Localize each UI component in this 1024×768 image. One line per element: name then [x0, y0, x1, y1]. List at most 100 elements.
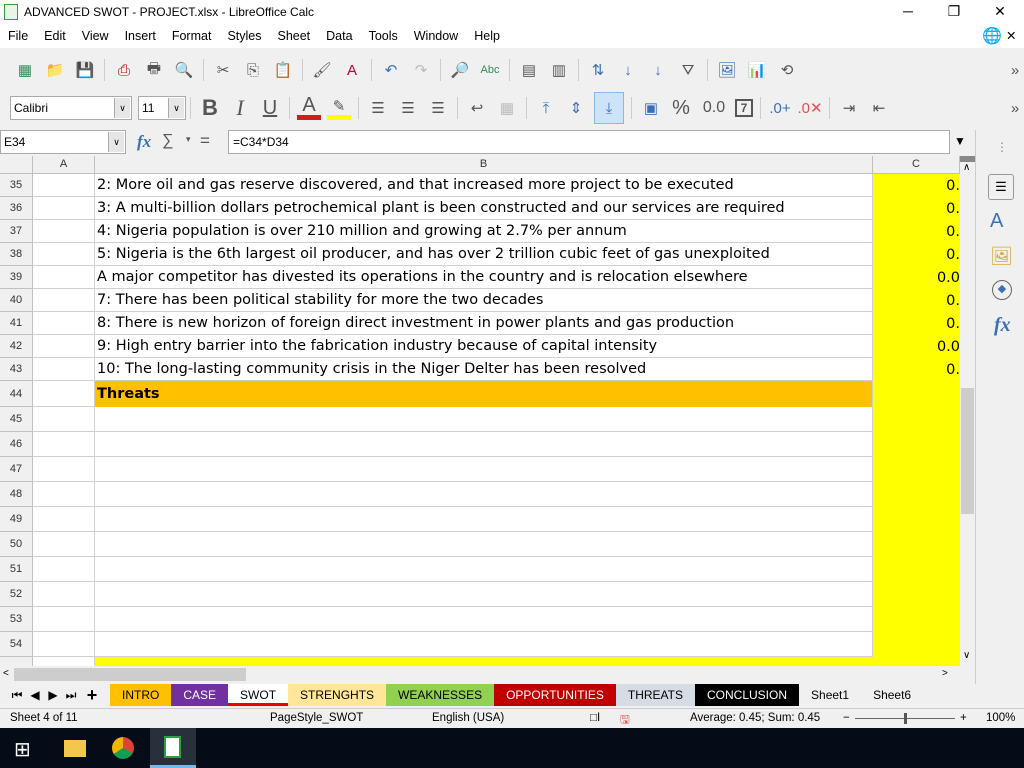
- cell-c[interactable]: [873, 557, 960, 582]
- cell-c[interactable]: [873, 507, 960, 532]
- row-header[interactable]: 36: [0, 197, 33, 220]
- menu-styles[interactable]: Styles: [219, 29, 269, 43]
- cell-c[interactable]: [873, 381, 960, 407]
- formula-input[interactable]: =C34*D34: [228, 130, 950, 154]
- print-icon[interactable]: 🖶: [142, 58, 166, 82]
- row-icon[interactable]: ▤: [517, 58, 541, 82]
- cell-b[interactable]: [95, 482, 873, 507]
- merge-cells-icon[interactable]: ▦: [495, 96, 519, 120]
- paste-icon[interactable]: 📋: [271, 58, 295, 82]
- row-header[interactable]: 38: [0, 243, 33, 266]
- font-color-icon[interactable]: A: [297, 94, 321, 120]
- file-explorer-icon[interactable]: [64, 740, 86, 757]
- cell-c[interactable]: [873, 407, 960, 432]
- chevron-down-icon[interactable]: ∨: [114, 98, 130, 118]
- cell-a[interactable]: [33, 174, 95, 197]
- align-top-icon[interactable]: ⤒: [534, 96, 558, 120]
- pivot-table-icon[interactable]: ⟲: [775, 58, 799, 82]
- sheet-tab-weaknesses[interactable]: WEAKNESSES: [386, 684, 495, 706]
- cell-a[interactable]: [33, 381, 95, 407]
- decrease-indent-icon[interactable]: ⇤: [867, 96, 891, 120]
- cell-a[interactable]: [33, 407, 95, 432]
- row-header[interactable]: 37: [0, 220, 33, 243]
- clone-formatting-icon[interactable]: 🖌: [310, 58, 334, 82]
- underline-button[interactable]: U: [258, 96, 282, 120]
- column-header-a[interactable]: A: [33, 156, 95, 174]
- chevron-down-icon[interactable]: ∨: [168, 98, 184, 118]
- row-header[interactable]: 48: [0, 482, 33, 507]
- select-all-corner[interactable]: [0, 156, 33, 174]
- increase-indent-icon[interactable]: ⇥: [837, 96, 861, 120]
- chevron-down-icon[interactable]: ∨: [108, 132, 124, 152]
- column-header-b[interactable]: B: [95, 156, 873, 174]
- cell-b-c[interactable]: [95, 657, 960, 666]
- globe-icon[interactable]: 🌐: [982, 26, 1002, 46]
- cell-b[interactable]: [95, 632, 873, 657]
- add-decimal-icon[interactable]: .0+: [768, 96, 792, 120]
- cell-c[interactable]: 0.: [873, 289, 960, 312]
- row-header[interactable]: 53: [0, 607, 33, 632]
- zoom-in-icon[interactable]: +: [960, 712, 967, 724]
- more-toolbar-icon[interactable]: »: [1003, 58, 1024, 82]
- cell-c[interactable]: 0.0: [873, 266, 960, 289]
- sheet-tab-sheet1[interactable]: Sheet1: [799, 684, 862, 706]
- sort-icon[interactable]: ⇅: [586, 58, 610, 82]
- zoom-out-icon[interactable]: −: [843, 712, 850, 724]
- cell-c[interactable]: [873, 632, 960, 657]
- row-header[interactable]: 46: [0, 432, 33, 457]
- redo-icon[interactable]: ↷: [409, 58, 433, 82]
- cell-b[interactable]: [95, 557, 873, 582]
- insert-image-icon[interactable]: 🖼: [715, 58, 739, 82]
- cell-b[interactable]: 4: Nigeria population is over 210 millio…: [95, 220, 873, 243]
- functions-icon[interactable]: fx: [994, 314, 1011, 337]
- italic-button[interactable]: I: [228, 95, 252, 120]
- sheet-tab-conclusion[interactable]: CONCLUSION: [695, 684, 800, 706]
- more-toolbar-icon[interactable]: »: [1003, 96, 1024, 120]
- horizontal-scrollbar[interactable]: < >: [0, 666, 975, 684]
- open-icon[interactable]: 📁: [43, 58, 67, 82]
- print-preview-icon[interactable]: 🔍: [172, 58, 196, 82]
- sheet-tab-threats[interactable]: THREATS: [615, 684, 695, 706]
- cell-c[interactable]: 0.: [873, 174, 960, 197]
- clear-formatting-icon[interactable]: A: [340, 58, 364, 82]
- cell-c[interactable]: 0.: [873, 197, 960, 220]
- cell-b[interactable]: 9: High entry barrier into the fabricati…: [95, 335, 873, 358]
- name-box[interactable]: E34 ∨: [0, 130, 126, 154]
- cell-c[interactable]: 0.: [873, 243, 960, 266]
- restore-button[interactable]: ❐: [931, 0, 977, 24]
- cell-a[interactable]: [33, 557, 95, 582]
- minimize-button[interactable]: ─: [885, 0, 931, 24]
- cell-b[interactable]: [95, 607, 873, 632]
- menu-format[interactable]: Format: [164, 29, 220, 43]
- cell-b[interactable]: [95, 507, 873, 532]
- insert-chart-icon[interactable]: 📊: [745, 58, 769, 82]
- page-style[interactable]: PageStyle_SWOT: [270, 712, 363, 724]
- row-header[interactable]: 40: [0, 289, 33, 312]
- copy-icon[interactable]: ⎘: [241, 58, 265, 82]
- styles-icon[interactable]: A: [990, 210, 1003, 233]
- sidebar-menu-icon[interactable]: ⋮: [996, 140, 1008, 154]
- chevron-down-icon[interactable]: ▾: [186, 134, 191, 145]
- next-sheet-icon[interactable]: ▶: [44, 688, 62, 702]
- row-header[interactable]: 54: [0, 632, 33, 657]
- menu-tools[interactable]: Tools: [361, 29, 406, 43]
- sum-icon[interactable]: ∑: [162, 132, 173, 150]
- zoom-slider-handle[interactable]: [904, 713, 907, 724]
- add-sheet-icon[interactable]: +: [80, 685, 104, 706]
- menu-data[interactable]: Data: [318, 29, 360, 43]
- menu-insert[interactable]: Insert: [117, 29, 164, 43]
- zoom-slider[interactable]: [855, 713, 955, 724]
- column-icon[interactable]: ▥: [547, 58, 571, 82]
- cell-c[interactable]: [873, 432, 960, 457]
- menu-sheet[interactable]: Sheet: [269, 29, 318, 43]
- sheet-tab-swot[interactable]: SWOT: [228, 684, 289, 706]
- menu-window[interactable]: Window: [406, 29, 466, 43]
- cell-b[interactable]: A major competitor has divested its oper…: [95, 266, 873, 289]
- menu-help[interactable]: Help: [466, 29, 508, 43]
- scroll-down-icon[interactable]: ∨: [963, 650, 970, 661]
- cell-c[interactable]: [873, 482, 960, 507]
- windows-start-icon[interactable]: ⊞: [14, 737, 31, 762]
- cell-c[interactable]: 0.: [873, 312, 960, 335]
- sort-ascending-icon[interactable]: ↓: [616, 58, 640, 82]
- cell-a[interactable]: [33, 266, 95, 289]
